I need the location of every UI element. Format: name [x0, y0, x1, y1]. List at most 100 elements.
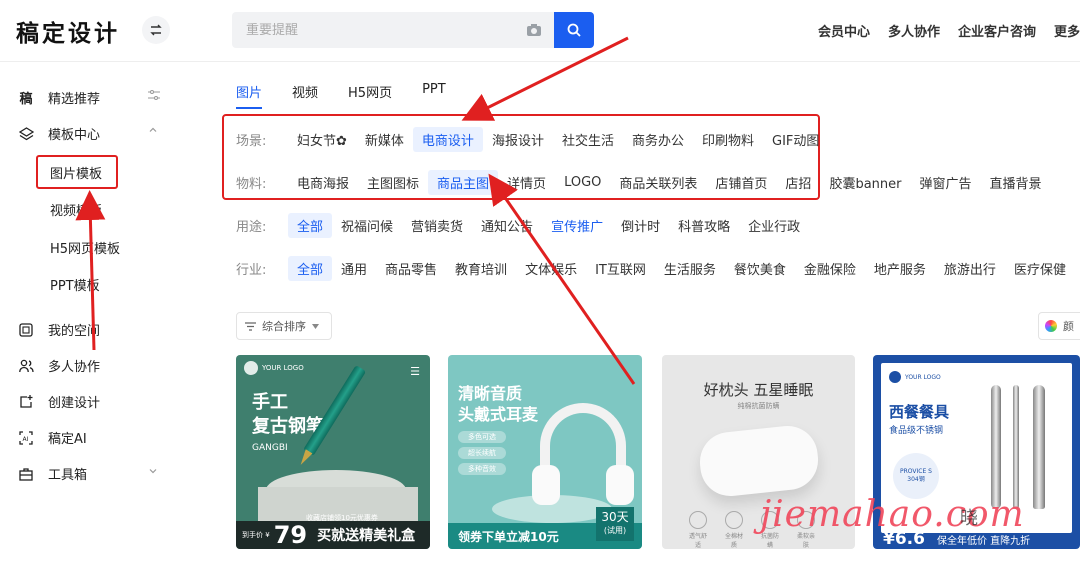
filter-option[interactable]: 商品关联列表 — [610, 170, 706, 195]
sort-label: 综合排序 — [262, 320, 306, 333]
caret-down-icon — [312, 323, 319, 329]
filter-option-selected[interactable]: 电商设计 — [412, 126, 483, 152]
link-enterprise[interactable]: 企业客户咨询 — [958, 21, 1036, 40]
search-input[interactable] — [246, 22, 516, 38]
filter-option[interactable]: 餐饮美食 — [725, 256, 795, 281]
card-pill: 多种音效 — [458, 463, 506, 475]
filter-option[interactable]: 社交生活 — [553, 127, 623, 152]
watermark-small: 晓 — [960, 508, 978, 529]
switch-icon[interactable] — [142, 16, 170, 44]
sidebar-item-collab[interactable]: 多人协作 — [18, 356, 100, 375]
link-vip[interactable]: 会员中心 — [818, 21, 870, 40]
camera-icon[interactable] — [526, 22, 542, 41]
link-collab[interactable]: 多人协作 — [888, 21, 940, 40]
add-square-icon — [18, 394, 34, 410]
card-pill: 超长续航 — [458, 447, 506, 459]
sidebar: 稿 精选推荐 模板中心 图片模板 视频模板 H5网页模板 PPT模板 我的空间 — [0, 62, 195, 564]
template-card-pen[interactable]: YOUR LOGO ☰ 手工 复古钢笔 GANGBI 收藏店铺领10元优惠券 到手… — [236, 355, 430, 549]
sidebar-item-ai[interactable]: AI 稿定AI — [18, 428, 87, 447]
sidebar-sub-ppt-template[interactable]: PPT模板 — [50, 275, 100, 294]
pillow-image — [696, 423, 822, 499]
filter-option[interactable]: 电商海报 — [288, 170, 358, 195]
filter-option[interactable]: 新媒体 — [356, 127, 413, 152]
template-card-headphones[interactable]: 清晰音质 头戴式耳麦 多色可选 超长续航 多种音效 领券下单立减10元 30天 (试… — [448, 355, 642, 549]
sidebar-item-recommend[interactable]: 稿 精选推荐 — [18, 88, 100, 107]
sidebar-item-my-space[interactable]: 我的空间 — [18, 320, 100, 339]
filter-option[interactable]: IT互联网 — [586, 256, 655, 281]
adjust-icon[interactable] — [148, 89, 160, 104]
page: 稿定设计 会员中心 多人协作 企业客户咨询 更多产 稿 精选推荐 — [0, 0, 1080, 564]
top-links: 会员中心 多人协作 企业客户咨询 更多产 — [818, 21, 1080, 40]
color-filter-button[interactable]: 颜 — [1038, 312, 1080, 340]
tab-ppt[interactable]: PPT — [422, 82, 446, 109]
filter-option[interactable]: 通知公告 — [472, 213, 542, 238]
filter-option[interactable]: GIF动图 — [763, 127, 828, 152]
filter-option[interactable]: 营销卖货 — [402, 213, 472, 238]
tab-h5[interactable]: H5网页 — [348, 82, 392, 109]
chevron-down-icon[interactable] — [148, 466, 158, 479]
filter-option[interactable]: 弹窗广告 — [910, 170, 980, 195]
link-more[interactable]: 更多产 — [1054, 21, 1080, 40]
filter-row-usage: 用途: 全部 祝福问候 营销卖货 通知公告 宣传推广 倒计时 科普攻略 企业行政 — [236, 212, 809, 238]
filter-label: 物料: — [236, 176, 267, 192]
color-filter-label: 颜 — [1063, 320, 1074, 333]
card-subtitle: GANGBI — [252, 443, 288, 453]
sidebar-sub-video-template[interactable]: 视频模板 — [50, 200, 102, 219]
filter-option[interactable]: 直播背景 — [981, 170, 1051, 195]
filter-option[interactable]: 详情页 — [498, 170, 555, 195]
filter-option[interactable]: 祝福问候 — [332, 213, 402, 238]
filter-option[interactable]: 倒计时 — [612, 213, 669, 238]
sidebar-item-template-center[interactable]: 模板中心 — [18, 124, 100, 143]
card-logo: YOUR LOGO — [244, 361, 304, 375]
sidebar-item-label: 模板中心 — [48, 128, 101, 143]
filter-option[interactable]: 医疗保健 — [1005, 256, 1075, 281]
tab-video[interactable]: 视频 — [292, 82, 318, 109]
ai-scan-icon: AI — [18, 430, 34, 446]
filter-row-industry: 行业: 全部 通用 商品零售 教育培训 文体娱乐 IT互联网 生活服务 餐饮美食… — [236, 255, 1075, 281]
card-price-bar: 到手价 ¥ 79 买就送精美礼盒 — [236, 521, 430, 549]
filter-option[interactable]: 店铺首页 — [706, 170, 776, 195]
filter-option[interactable]: 商务办公 — [623, 127, 693, 152]
sort-dropdown[interactable]: 综合排序 — [236, 312, 332, 340]
filter-option[interactable]: 科普攻略 — [669, 213, 739, 238]
pen-image — [303, 365, 368, 465]
filter-option-selected[interactable]: 全部 — [288, 255, 333, 281]
filter-option-selected[interactable]: 商品主图 — [428, 169, 499, 195]
filter-option[interactable]: 胶囊banner — [820, 170, 910, 195]
filter-option[interactable]: 生活服务 — [655, 256, 725, 281]
filter-option[interactable]: 妇女节✿ — [288, 127, 356, 152]
sidebar-sub-h5-template[interactable]: H5网页模板 — [50, 238, 120, 257]
chevron-up-icon[interactable] — [148, 125, 158, 138]
sidebar-item-create[interactable]: 创建设计 — [18, 392, 100, 411]
tab-image[interactable]: 图片 — [236, 82, 263, 109]
filter-option[interactable]: 地产服务 — [865, 256, 935, 281]
svg-text:AI: AI — [23, 436, 29, 443]
feature-icon: 全棉材质 — [724, 511, 744, 549]
menu-icon: ☰ — [410, 365, 420, 378]
filter-option[interactable]: 企业行政 — [739, 213, 809, 238]
filter-option[interactable]: 文体娱乐 — [516, 256, 586, 281]
search-button[interactable] — [554, 12, 594, 48]
filter-option[interactable]: LOGO — [555, 172, 610, 193]
sort-icon — [245, 321, 256, 331]
filter-option-selected[interactable]: 全部 — [288, 212, 333, 238]
sidebar-sub-image-template[interactable]: 图片模板 — [50, 163, 102, 182]
watermark-text: jiemahao.com — [760, 494, 1025, 535]
filter-option[interactable]: 印刷物料 — [693, 127, 763, 152]
filter-option[interactable]: 金融保险 — [795, 256, 865, 281]
filter-row-material: 物料: 电商海报 主图图标 商品主图 详情页 LOGO 商品关联列表 店铺首页 … — [236, 169, 1051, 195]
card-title: 西餐餐具 — [889, 403, 950, 421]
filter-option[interactable]: 主图图标 — [358, 170, 428, 195]
filter-option[interactable]: 旅游出行 — [935, 256, 1005, 281]
filter-option[interactable]: 店招 — [776, 170, 820, 195]
filter-option[interactable]: 教育培训 — [446, 256, 516, 281]
card-title: 清晰音质 头戴式耳麦 — [458, 384, 539, 424]
sidebar-item-toolbox[interactable]: 工具箱 — [18, 464, 87, 483]
filter-option[interactable]: 商品零售 — [376, 256, 446, 281]
filter-option[interactable]: 宣传推广 — [542, 213, 612, 238]
feature-icon: 透气舒适 — [688, 511, 708, 549]
site-logo[interactable]: 稿定设计 — [16, 14, 120, 48]
filter-option[interactable]: 海报设计 — [483, 127, 553, 152]
card-subtitle: 纯棉抗菌防螨 — [737, 402, 780, 410]
filter-option[interactable]: 通用 — [332, 256, 376, 281]
